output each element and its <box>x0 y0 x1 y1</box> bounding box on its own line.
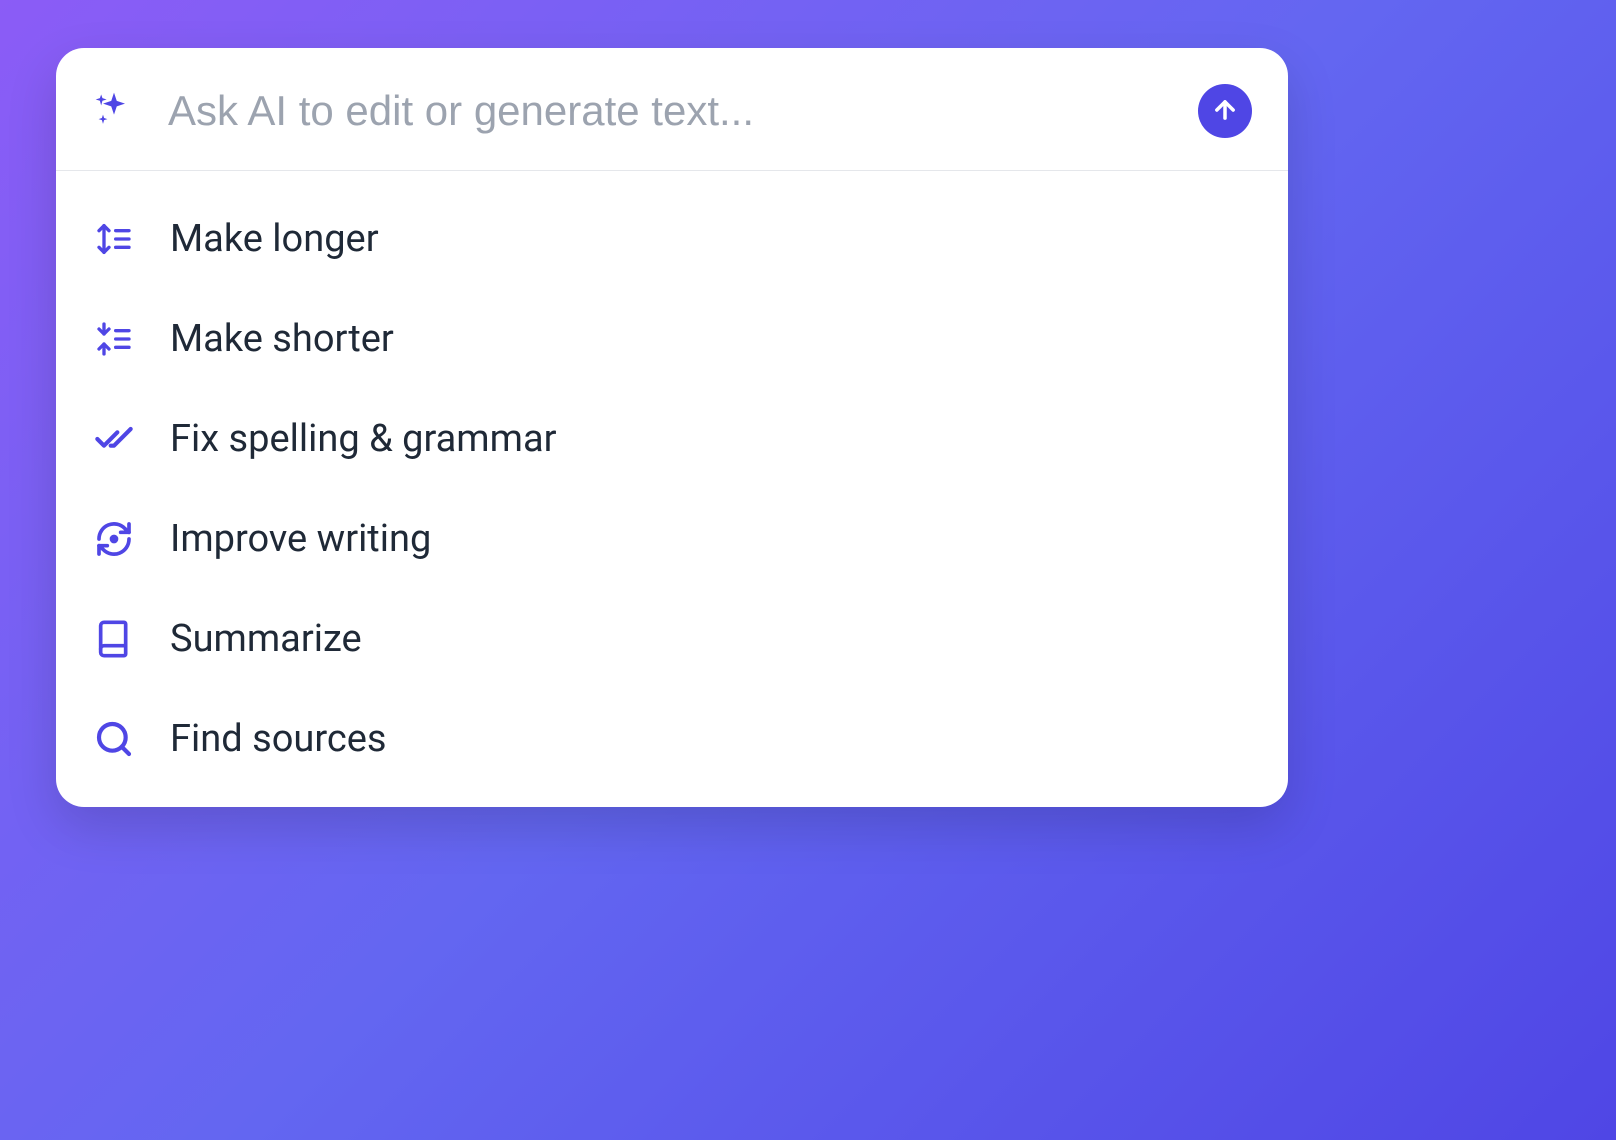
menu-item-summarize[interactable]: Summarize <box>56 589 1288 689</box>
submit-button[interactable] <box>1198 84 1252 138</box>
menu-item-improve-writing[interactable]: Improve writing <box>56 489 1288 589</box>
double-check-icon <box>92 417 136 461</box>
menu-item-label: Summarize <box>170 617 362 661</box>
expand-lines-icon <box>92 217 136 261</box>
arrow-up-icon <box>1211 96 1239 127</box>
menu-item-label: Make shorter <box>170 317 394 361</box>
ai-input-row <box>56 48 1288 171</box>
collapse-lines-icon <box>92 317 136 361</box>
refresh-icon <box>92 517 136 561</box>
ai-prompt-input[interactable] <box>168 87 1166 135</box>
book-icon <box>92 617 136 661</box>
menu-item-fix-spelling[interactable]: Fix spelling & grammar <box>56 389 1288 489</box>
sparkle-icon <box>92 89 136 133</box>
menu-item-make-longer[interactable]: Make longer <box>56 189 1288 289</box>
ai-menu-list: Make longer Make shorter <box>56 171 1288 807</box>
menu-item-label: Improve writing <box>170 517 431 561</box>
menu-item-label: Find sources <box>170 717 387 761</box>
ai-command-card: Make longer Make shorter <box>56 48 1288 807</box>
menu-item-find-sources[interactable]: Find sources <box>56 689 1288 789</box>
search-icon <box>92 717 136 761</box>
menu-item-label: Fix spelling & grammar <box>170 417 557 461</box>
menu-item-label: Make longer <box>170 217 379 261</box>
menu-item-make-shorter[interactable]: Make shorter <box>56 289 1288 389</box>
